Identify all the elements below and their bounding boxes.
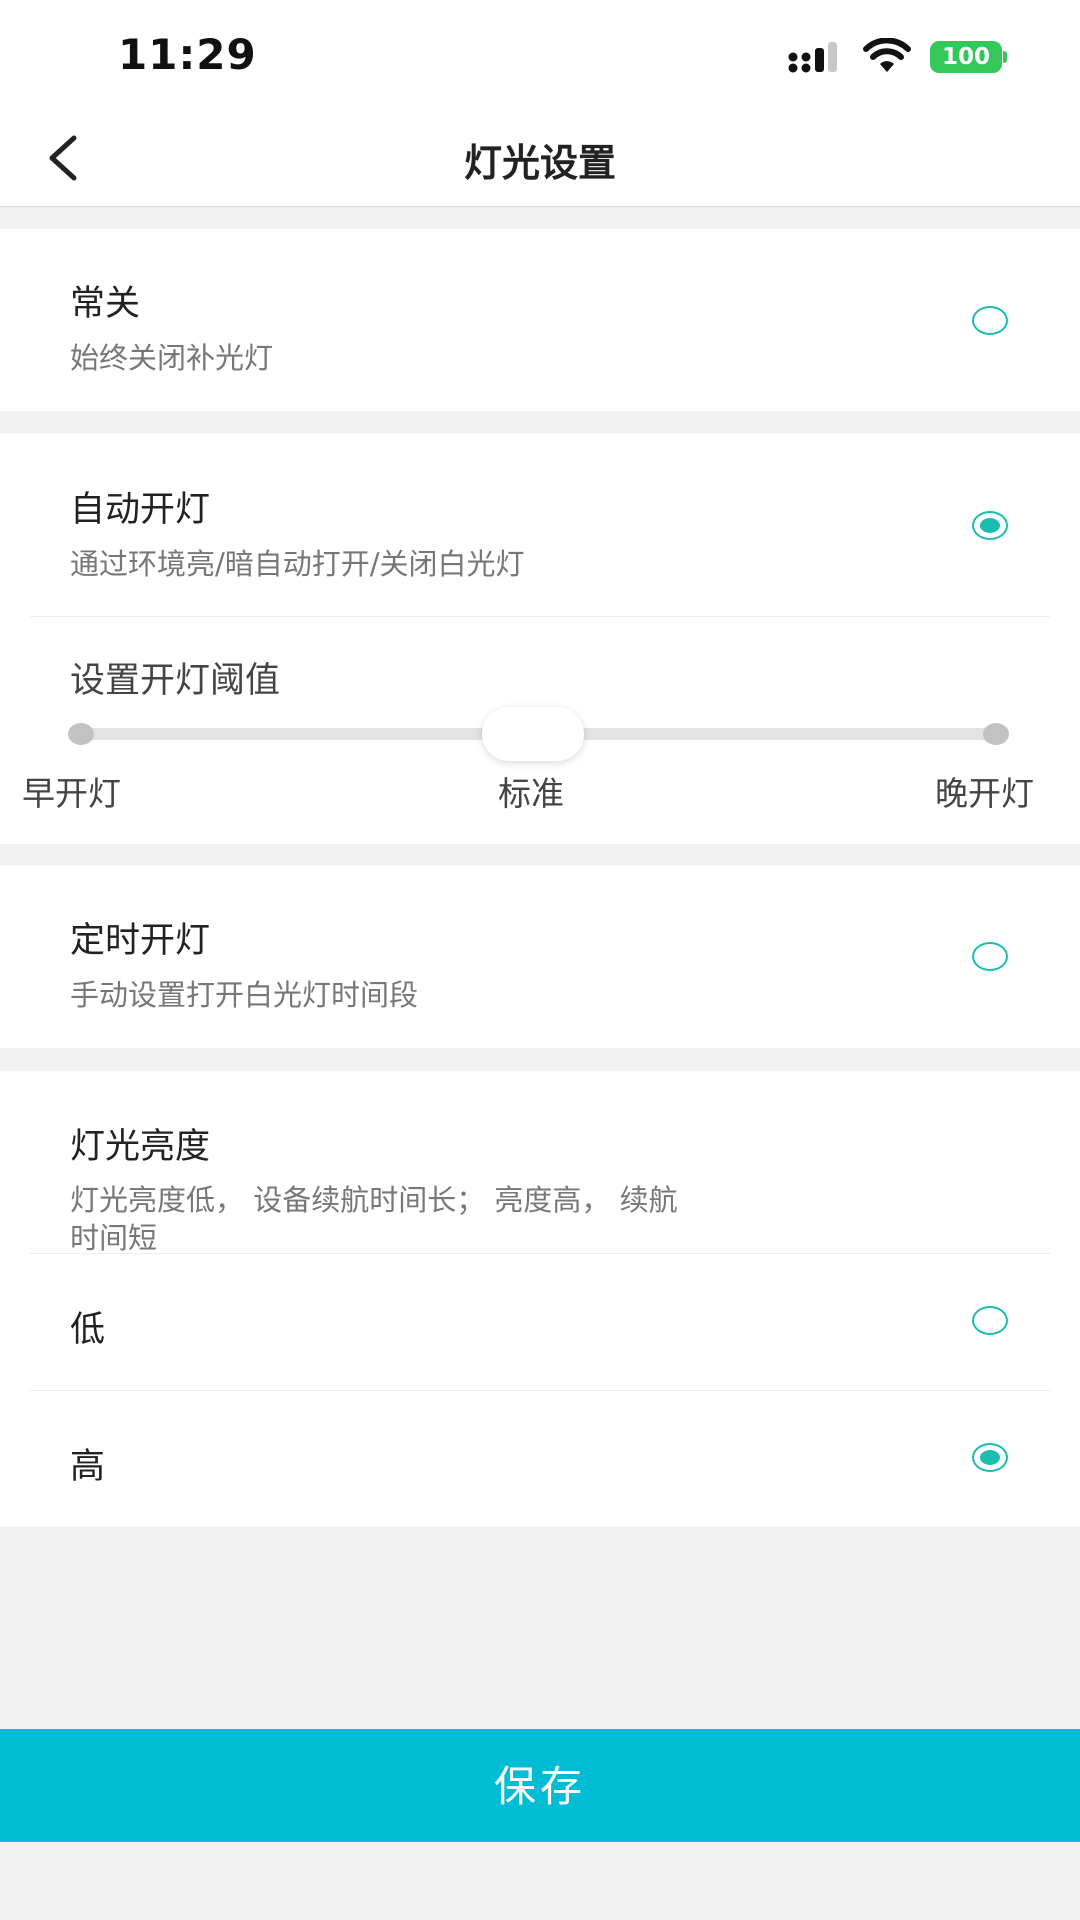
option-title: 常关 (70, 284, 141, 324)
radio-selected-dot (980, 518, 1000, 533)
radio-selected-dot (980, 1450, 1000, 1465)
brightness-title: 灯光亮度 (70, 1127, 211, 1167)
radio-high[interactable] (972, 1443, 1008, 1472)
option-subtitle: 手动设置打开白光灯时间段 (70, 978, 419, 1012)
save-button[interactable]: 保存 (0, 1729, 1080, 1842)
radio-scheduled-on[interactable] (972, 942, 1008, 971)
slider-end-dot (983, 723, 1009, 745)
option-auto-on: 自动开灯 通过环境亮/暗自动打开/关闭白光灯 设置开灯阈值 早开灯 标准 晚开灯 (0, 434, 1080, 844)
divider (30, 616, 1050, 617)
threshold-title: 设置开灯阈值 (70, 661, 281, 701)
page-title: 灯光设置 (463, 141, 616, 185)
cellular-signal-icon (788, 42, 837, 73)
status-bar: 11:29 100 (0, 0, 1080, 110)
threshold-slider-thumb[interactable] (482, 707, 584, 761)
status-time: 11:29 (118, 30, 257, 79)
brightness-section: 灯光亮度 灯光亮度低， 设备续航时间长； 亮度高， 续航 时间短 低 高 (0, 1071, 1080, 1526)
option-label: 低 (70, 1310, 106, 1350)
wifi-icon (863, 38, 911, 72)
option-subtitle: 始终关闭补光灯 (70, 341, 274, 375)
brightness-subtitle-line1: 灯光亮度低， 设备续航时间长； 亮度高， 续航 (70, 1183, 678, 1217)
brightness-subtitle-line2: 时间短 (70, 1221, 158, 1255)
battery-icon: 100 (930, 41, 1002, 73)
slider-label-standard: 标准 (498, 774, 564, 813)
slider-start-dot (68, 723, 94, 745)
option-title: 自动开灯 (70, 490, 211, 530)
option-scheduled-on[interactable]: 定时开灯 手动设置打开白光灯时间段 (0, 866, 1080, 1048)
option-label: 高 (70, 1447, 106, 1487)
battery-tip (1003, 51, 1007, 63)
option-always-off[interactable]: 常关 始终关闭补光灯 (0, 229, 1080, 411)
slider-label-early: 早开灯 (22, 774, 121, 813)
nav-bar: 灯光设置 (0, 110, 1080, 207)
radio-low[interactable] (972, 1306, 1008, 1335)
radio-always-off[interactable] (972, 306, 1008, 335)
brightness-option-low[interactable]: 低 (0, 1254, 1080, 1390)
slider-label-late: 晚开灯 (935, 774, 1034, 813)
radio-auto-on[interactable] (972, 511, 1008, 540)
brightness-option-high[interactable]: 高 (0, 1391, 1080, 1526)
option-title: 定时开灯 (70, 921, 211, 961)
option-subtitle: 通过环境亮/暗自动打开/关闭白光灯 (70, 547, 525, 581)
